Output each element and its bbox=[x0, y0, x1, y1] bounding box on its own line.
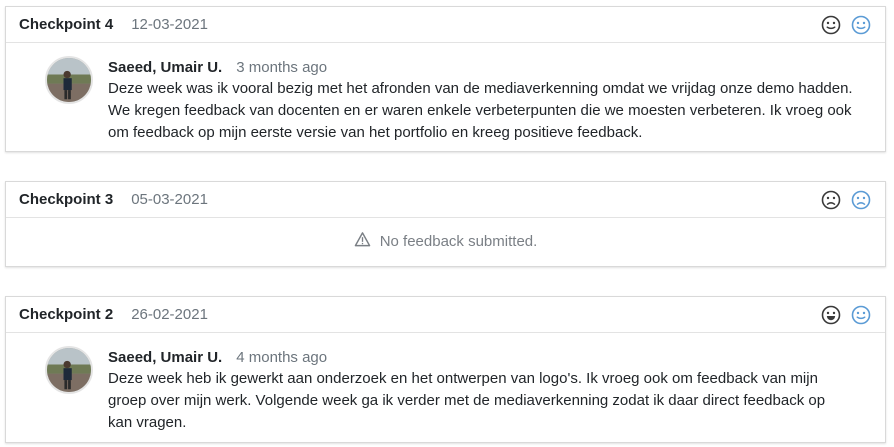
entry-meta: Saeed, Umair U. 4 months ago bbox=[108, 348, 878, 368]
entry-line: Deze week was ik vooral bezig met het af… bbox=[108, 80, 853, 97]
checkpoint-title: Checkpoint 3 bbox=[19, 191, 114, 208]
empty-feedback: No feedback submitted. bbox=[6, 218, 885, 265]
warning-triangle-icon bbox=[354, 231, 380, 252]
sad-face-blue-icon bbox=[851, 190, 871, 210]
checkpoint-title: Checkpoint 4 bbox=[19, 16, 114, 33]
author-name: Saeed, Umair U. bbox=[108, 59, 223, 76]
entry-text: Deze week was ik vooral bezig met het af… bbox=[108, 78, 878, 144]
entry-timestamp: 3 months ago bbox=[236, 59, 328, 76]
checkpoint-date: 12-03-2021 bbox=[131, 16, 208, 33]
neutral-face-blue-icon bbox=[851, 15, 871, 35]
avatar bbox=[45, 346, 93, 394]
smile-face-blue-icon bbox=[851, 305, 871, 325]
feedback-entry: Saeed, Umair U. 3 months ago Deze week wa… bbox=[108, 58, 878, 144]
entry-line: We kregen feedback van docenten en er wa… bbox=[108, 102, 852, 119]
checkpoint-header: Checkpoint 3 05-03-2021 bbox=[6, 182, 885, 218]
happy-face-icon bbox=[821, 305, 841, 325]
entry-line: Deze week heb ik gewerkt aan onderzoek e… bbox=[108, 370, 818, 387]
mood-indicators bbox=[821, 190, 871, 210]
avatar bbox=[45, 56, 93, 104]
checkpoint-date: 26-02-2021 bbox=[131, 306, 208, 323]
mood-indicators bbox=[821, 15, 871, 35]
author-name: Saeed, Umair U. bbox=[108, 349, 223, 366]
checkpoint-title: Checkpoint 2 bbox=[19, 306, 114, 323]
checkpoint-header: Checkpoint 4 12-03-2021 bbox=[6, 7, 885, 43]
empty-message: No feedback submitted. bbox=[379, 233, 538, 250]
entry-line: groep over mijn werk. Volgende week ga i… bbox=[108, 392, 826, 409]
entry-meta: Saeed, Umair U. 3 months ago bbox=[108, 58, 878, 78]
neutral-face-icon bbox=[821, 15, 841, 35]
entry-timestamp: 4 months ago bbox=[236, 349, 328, 366]
mood-indicators bbox=[821, 305, 871, 325]
sad-face-icon bbox=[821, 190, 841, 210]
entry-line: om feedback op mijn eerste versie van he… bbox=[108, 124, 643, 141]
entry-line: kan vragen. bbox=[108, 414, 187, 431]
checkpoint-card-4: Checkpoint 4 12-03-2021 Saeed, Umair U. … bbox=[5, 6, 886, 152]
checkpoint-date: 05-03-2021 bbox=[131, 191, 208, 208]
checkpoint-header: Checkpoint 2 26-02-2021 bbox=[6, 297, 885, 333]
entry-text: Deze week heb ik gewerkt aan onderzoek e… bbox=[108, 368, 878, 434]
checkpoint-card-3: Checkpoint 3 05-03-2021 No feedback subm… bbox=[5, 181, 886, 267]
feedback-entry: Saeed, Umair U. 4 months ago Deze week he… bbox=[108, 348, 878, 434]
checkpoint-card-2: Checkpoint 2 26-02-2021 Saeed, Umair U. … bbox=[5, 296, 886, 443]
